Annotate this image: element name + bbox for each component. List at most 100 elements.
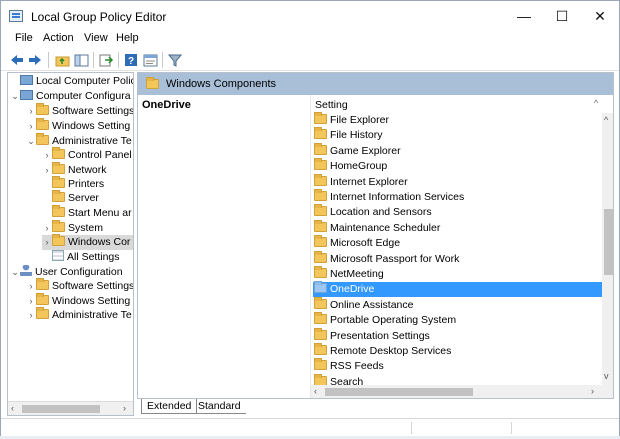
close-icon: ✕: [594, 7, 606, 24]
folder-icon: [52, 176, 65, 188]
tree-item-all-settings[interactable]: All Settings: [42, 250, 120, 265]
tree-item-control-panel[interactable]: › Control Panel: [42, 147, 132, 163]
settings-list-item[interactable]: Location and Sensors: [313, 204, 602, 220]
folder-icon: [52, 190, 65, 202]
tree-horizontal-scrollbar[interactable]: ‹ ›: [8, 401, 133, 415]
details-header: Windows Components: [138, 73, 613, 95]
tree-item-start-menu[interactable]: Start Menu ar: [42, 205, 132, 221]
settings-list-item[interactable]: NetMeeting: [313, 266, 602, 282]
settings-list-item[interactable]: File Explorer: [313, 112, 602, 128]
folder-icon: [52, 205, 65, 217]
chevron-right-icon[interactable]: ›: [42, 163, 52, 178]
chevron-right-icon[interactable]: ›: [42, 235, 52, 250]
show-hide-tree-icon[interactable]: [73, 52, 89, 68]
tree-item-user-software-settings[interactable]: › Software Settings: [26, 278, 133, 294]
folder-icon: [314, 281, 327, 294]
folder-icon: [36, 118, 49, 130]
column-header-setting[interactable]: Setting ^: [311, 95, 602, 113]
close-button[interactable]: ✕: [581, 1, 619, 31]
settings-list-item[interactable]: Internet Explorer: [313, 173, 602, 190]
chevron-right-icon[interactable]: ›: [26, 119, 36, 134]
scroll-right-icon[interactable]: ›: [123, 403, 126, 413]
menu-file[interactable]: File: [15, 32, 33, 44]
tab-extended[interactable]: Extended: [141, 399, 198, 414]
settings-list-item[interactable]: Remote Desktop Services: [313, 343, 602, 359]
toolbar: ?: [1, 49, 619, 71]
svg-text:?: ?: [128, 56, 134, 67]
settings-list-item[interactable]: OneDrive: [313, 281, 602, 298]
settings-list-item[interactable]: HomeGroup: [313, 158, 602, 174]
maximize-button[interactable]: ☐: [543, 1, 581, 31]
folder-icon: [314, 312, 327, 325]
settings-list-item[interactable]: File History: [313, 127, 602, 143]
folder-icon: [314, 266, 327, 278]
tree-item-computer-configuration[interactable]: ⌄ Computer Configura: [10, 89, 131, 104]
forward-icon[interactable]: [27, 52, 43, 68]
folder-icon: [314, 296, 327, 309]
settings-list-item[interactable]: RSS Feeds: [313, 358, 602, 374]
tree-item-user-configuration[interactable]: ⌄ User Configuration: [10, 265, 123, 280]
maximize-icon: ☐: [555, 7, 569, 24]
chevron-right-icon[interactable]: ›: [26, 104, 36, 119]
settings-list-item[interactable]: Microsoft Edge: [313, 235, 602, 251]
tree-item-administrative-templates[interactable]: ⌄ Administrative Te: [26, 133, 132, 149]
menu-action[interactable]: Action: [43, 32, 74, 44]
scrollbar-thumb[interactable]: [22, 405, 100, 413]
chevron-down-icon[interactable]: ⌄: [10, 265, 20, 280]
sort-up-icon: ^: [594, 98, 599, 108]
settings-list[interactable]: Setting ^ File Explorer File History Game …: [310, 95, 613, 398]
chevron-right-icon[interactable]: ›: [26, 308, 36, 323]
folder-icon: [314, 127, 327, 140]
settings-list-item[interactable]: Microsoft Passport for Work: [313, 250, 602, 267]
settings-list-item[interactable]: Portable Operating System: [313, 312, 602, 328]
chevron-down-icon[interactable]: ⌄: [26, 134, 36, 149]
settings-list-item-label: Location and Sensors: [330, 206, 432, 219]
vertical-scrollbar[interactable]: ^ v: [602, 113, 613, 385]
folder-icon: [36, 293, 49, 305]
settings-list-item[interactable]: Presentation Settings: [313, 327, 602, 344]
scroll-down-icon[interactable]: v: [604, 371, 609, 381]
settings-list-item[interactable]: Game Explorer: [313, 142, 602, 159]
properties-icon[interactable]: [142, 52, 158, 68]
horizontal-scrollbar[interactable]: ‹ ›: [311, 385, 613, 398]
settings-list-item-label: Online Assistance: [330, 298, 414, 311]
folder-icon: [314, 204, 327, 217]
filter-icon[interactable]: [167, 52, 183, 68]
menu-help[interactable]: Help: [116, 32, 139, 44]
chevron-right-icon[interactable]: ›: [42, 148, 52, 163]
settings-list-item-label: OneDrive: [330, 283, 375, 296]
chevron-right-icon[interactable]: ›: [26, 279, 36, 294]
back-icon[interactable]: [9, 52, 25, 68]
scroll-right-icon[interactable]: ›: [591, 386, 594, 396]
folder-icon: [314, 142, 327, 155]
up-folder-icon[interactable]: [54, 52, 70, 68]
scrollbar-thumb[interactable]: [325, 388, 473, 396]
tree-item-user-administrative-templates[interactable]: › Administrative Te: [26, 307, 132, 323]
chevron-right-icon[interactable]: ›: [26, 294, 36, 309]
scroll-up-icon[interactable]: ^: [604, 115, 608, 125]
scroll-left-icon[interactable]: ‹: [314, 386, 317, 396]
title-bar[interactable]: Local Group Policy Editor — ☐ ✕: [1, 1, 619, 31]
tree-pane[interactable]: Local Computer Policy ⌄ Computer Configur…: [7, 72, 134, 416]
settings-list-item[interactable]: Internet Information Services: [313, 189, 602, 205]
tree-item-server[interactable]: Server: [42, 190, 99, 206]
settings-list-item[interactable]: Online Assistance: [313, 296, 602, 313]
tree-item-windows-components[interactable]: › Windows Cor: [42, 234, 133, 250]
scrollbar-thumb[interactable]: [604, 209, 613, 275]
settings-list-item-label: Presentation Settings: [330, 329, 430, 342]
tree-item-windows-settings[interactable]: › Windows Setting: [26, 118, 130, 134]
tab-standard[interactable]: Standard: [193, 399, 246, 414]
chevron-right-icon[interactable]: ›: [42, 221, 52, 236]
folder-icon: [36, 103, 49, 115]
folder-icon: [52, 162, 65, 174]
scroll-left-icon[interactable]: ‹: [11, 403, 14, 413]
tree-item-local-computer-policy[interactable]: Local Computer Policy: [10, 74, 133, 89]
help-icon[interactable]: ?: [123, 52, 139, 68]
minimize-button[interactable]: —: [505, 1, 543, 31]
all-settings-icon: [52, 250, 64, 261]
tree-item-software-settings[interactable]: › Software Settings: [26, 103, 133, 119]
settings-list-item[interactable]: Maintenance Scheduler: [313, 219, 602, 236]
menu-view[interactable]: View: [84, 32, 108, 44]
export-list-icon[interactable]: [98, 52, 114, 68]
chevron-down-icon[interactable]: ⌄: [10, 89, 20, 104]
